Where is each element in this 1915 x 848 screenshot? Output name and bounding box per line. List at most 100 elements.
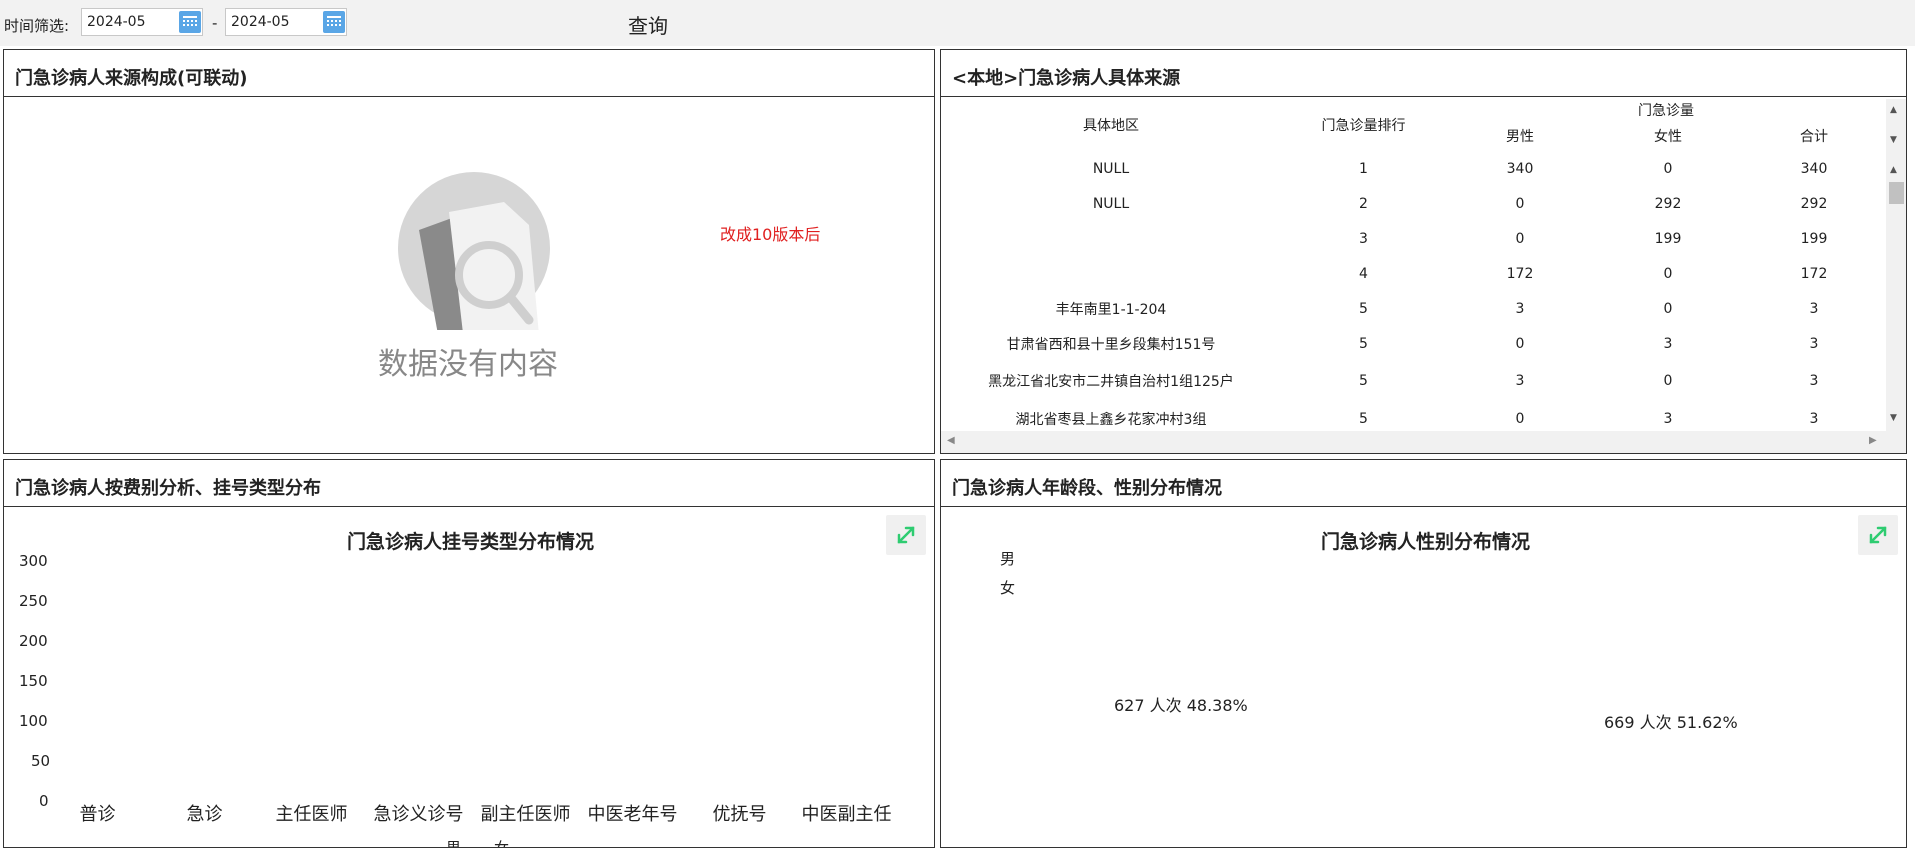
y-tick-label: 250 (19, 592, 48, 610)
version-note: 改成10版本后 (720, 225, 821, 244)
start-date-value: 2024-05 (87, 14, 146, 30)
cell-rank: 5 (1359, 411, 1368, 427)
cell-male: 0 (1515, 336, 1525, 352)
x-tick-label: 普诊 (79, 804, 116, 825)
legend-male[interactable]: 男 (1000, 548, 1015, 569)
cell-male: 3 (1515, 373, 1525, 389)
cell-male: 0 (1515, 230, 1525, 247)
pie-chart-title: 门急诊病人性别分布情况 (1321, 531, 1531, 553)
table-row[interactable]: 甘肃省西和县十里乡段集村151号 5 0 3 3 (941, 326, 1886, 362)
cell-female: 199 (1654, 230, 1682, 247)
cell-total: 292 (1800, 195, 1828, 212)
cell-female: 3 (1663, 411, 1673, 427)
legend-female[interactable]: 女 (1000, 577, 1015, 598)
col-header-total[interactable]: 合计 (1742, 121, 1886, 151)
x-tick-label: 中医副主任 (801, 804, 892, 825)
table-row[interactable]: NULL 2 0 292 292 (941, 186, 1886, 221)
scroll-left-icon[interactable]: ◀ (947, 435, 955, 446)
cell-male: 340 (1506, 160, 1534, 177)
cell-region: 丰年南里1-1-204 (1055, 301, 1167, 318)
x-tick-label: 副主任医师 (480, 804, 571, 825)
cell-rank: 5 (1359, 373, 1368, 389)
scroll-down-icon[interactable]: ▼ (1890, 413, 1897, 423)
scroll-right-icon[interactable]: ▶ (1869, 435, 1877, 446)
panel-title: 门急诊病人来源构成(可联动) (15, 68, 248, 89)
y-tick-label: 150 (19, 672, 48, 690)
cell-rank: 4 (1359, 265, 1368, 282)
vertical-scrollbar[interactable]: ▲ ▼ ▲ ▼ (1886, 99, 1906, 431)
scroll-up-icon[interactable]: ▲ (1890, 165, 1897, 175)
calendar-icon[interactable] (323, 11, 345, 33)
cell-rank: 1 (1359, 160, 1368, 177)
cell-female: 0 (1663, 300, 1673, 317)
no-data-text: 数据没有内容 (378, 347, 558, 382)
source-table: 具体地区 门急诊量排行 门急诊量 男性 女性 合计 NULL 1 340 0 340 N… (941, 99, 1886, 431)
table-row[interactable]: 4 172 0 172 (941, 256, 1886, 291)
scroll-thumb[interactable] (1889, 182, 1904, 204)
x-tick-label: 主任医师 (275, 804, 348, 825)
cell-region: 湖北省枣县上鑫乡花家冲村3组 (1015, 412, 1207, 428)
expand-icon[interactable] (886, 515, 926, 555)
table-row[interactable]: NULL 1 340 0 340 (941, 151, 1886, 186)
cell-male: 3 (1515, 300, 1525, 317)
cell-region: NULL (1092, 195, 1130, 212)
cell-total: 199 (1800, 230, 1828, 247)
y-tick-label: 300 (19, 552, 48, 570)
cell-total: 172 (1800, 265, 1828, 282)
cell-total: 3 (1809, 336, 1819, 352)
cell-female: 0 (1663, 373, 1673, 389)
pie-slice-label: 669 人次 51.62% (1604, 713, 1738, 732)
legend-item[interactable]: 女 (494, 837, 509, 847)
fee-registration-panel: 门急诊病人按费别分析、挂号类型分布 门急诊病人挂号类型分布情况 300 250 20… (3, 459, 935, 848)
query-button[interactable]: 查询 (628, 10, 668, 39)
expand-icon-glyph (897, 526, 915, 544)
panel-title: <本地>门急诊病人具体来源 (952, 68, 1181, 89)
cell-region (941, 221, 1281, 256)
bar-chart-title: 门急诊病人挂号类型分布情况 (347, 531, 595, 553)
source-composition-panel: 门急诊病人来源构成(可联动) 数据没有内容 改成10版本后 (3, 49, 935, 454)
filter-bar: 时间筛选: 2024-05 - 2024-05 查询 (0, 0, 1915, 46)
y-tick-label: 200 (19, 632, 48, 650)
cell-male: 0 (1515, 195, 1525, 212)
cell-female: 0 (1663, 160, 1673, 177)
cell-male: 0 (1515, 411, 1525, 427)
col-header-female[interactable]: 女性 (1594, 121, 1742, 151)
cell-region: 甘肃省西和县十里乡段集村151号 (1006, 337, 1216, 353)
col-header-rank[interactable]: 门急诊量排行 (1281, 99, 1446, 151)
local-source-panel: <本地>门急诊病人具体来源 具体地区 门急诊量排行 门急诊量 男性 女性 合计 … (940, 49, 1907, 454)
y-tick-label: 50 (31, 752, 51, 770)
table-row[interactable]: 黑龙江省北安市二井镇自治村1组125户 5 3 0 3 (941, 362, 1886, 400)
col-header-volume: 门急诊量 (1638, 103, 1694, 119)
col-header-region[interactable]: 具体地区 (941, 99, 1281, 151)
cell-region (941, 256, 1281, 291)
y-tick-label: 100 (19, 712, 48, 730)
cell-female: 0 (1663, 265, 1673, 282)
table-row[interactable]: 湖北省枣县上鑫乡花家冲村3组 5 0 3 3 (941, 400, 1886, 431)
expand-icon-glyph (1869, 526, 1887, 544)
cell-total: 3 (1809, 300, 1819, 317)
cell-rank: 5 (1359, 336, 1368, 352)
start-date-input[interactable]: 2024-05 (81, 8, 203, 36)
expand-icon[interactable] (1858, 515, 1898, 555)
age-gender-panel: 门急诊病人年龄段、性别分布情况 门急诊病人性别分布情况 男 女 627 人次 4… (940, 459, 1907, 848)
no-data-icon (398, 172, 550, 330)
horizontal-scrollbar[interactable]: ◀ ▶ (941, 431, 1906, 453)
end-date-value: 2024-05 (231, 14, 290, 30)
filter-label: 时间筛选: (4, 17, 70, 35)
source-table-viewport: 具体地区 门急诊量排行 门急诊量 男性 女性 合计 NULL 1 340 0 340 N… (941, 99, 1886, 431)
calendar-icon[interactable] (179, 11, 201, 33)
legend-item[interactable]: 男 (446, 837, 461, 847)
end-date-input[interactable]: 2024-05 (225, 8, 347, 36)
table-row[interactable]: 丰年南里1-1-204 5 3 0 3 (941, 291, 1886, 326)
scroll-up-icon[interactable]: ▲ (1890, 105, 1897, 115)
col-header-male[interactable]: 男性 (1446, 121, 1594, 151)
cell-rank: 5 (1359, 300, 1368, 317)
x-tick-label: 中医老年号 (587, 804, 678, 825)
cell-total: 340 (1800, 160, 1828, 177)
cell-total: 3 (1809, 373, 1819, 389)
date-separator: - (212, 14, 218, 32)
x-tick-label: 急诊 (186, 804, 223, 825)
scroll-down-icon[interactable]: ▼ (1890, 135, 1897, 145)
table-row[interactable]: 3 0 199 199 (941, 221, 1886, 256)
cell-total: 3 (1809, 411, 1819, 427)
